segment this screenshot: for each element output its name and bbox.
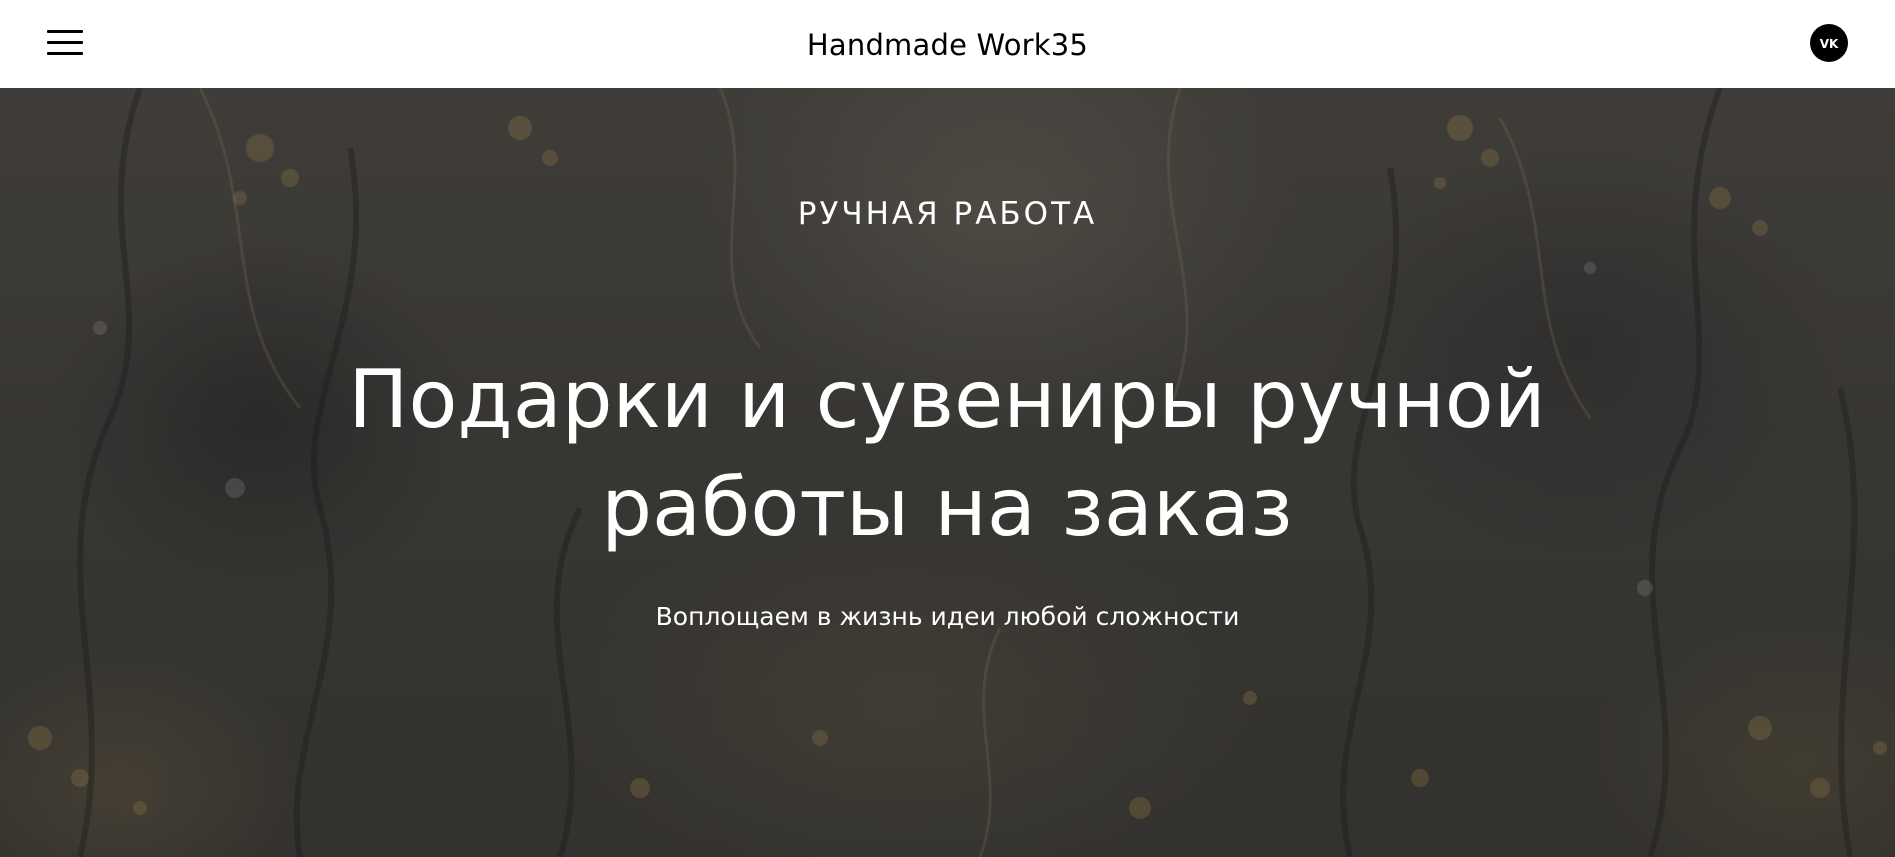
hamburger-menu-icon[interactable] bbox=[47, 30, 83, 56]
menu-line bbox=[47, 52, 83, 55]
menu-line bbox=[47, 41, 83, 44]
site-header: Handmade Work35 VK bbox=[0, 0, 1895, 88]
hero-subtitle: Воплощаем в жизнь идеи любой сложности bbox=[655, 602, 1240, 631]
hero-section: РУЧНАЯ РАБОТА Подарки и сувениры ручной … bbox=[0, 88, 1895, 857]
svg-text:VK: VK bbox=[1820, 37, 1839, 50]
hero-kicker: РУЧНАЯ РАБОТА bbox=[797, 196, 1098, 232]
vk-glyph: VK bbox=[1820, 37, 1839, 50]
hero-title: Подарки и сувениры ручной работы на зака… bbox=[348, 353, 1546, 554]
menu-line bbox=[47, 30, 83, 33]
site-logo[interactable]: Handmade Work35 bbox=[807, 28, 1088, 62]
vk-icon[interactable]: VK bbox=[1810, 24, 1848, 62]
